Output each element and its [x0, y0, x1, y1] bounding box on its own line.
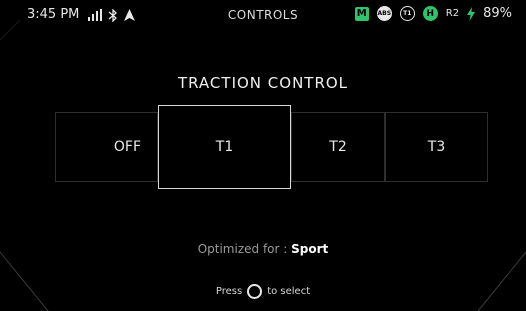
optimized-value: Sport — [291, 242, 329, 256]
option-off[interactable]: OFF — [55, 112, 158, 182]
select-button-icon — [247, 284, 263, 299]
option-t1-selected[interactable]: T1 — [158, 105, 291, 189]
controls-screen: 3:45 PM CONTROLS M ABS T1 H R2 89% TRACT… — [0, 0, 526, 311]
abs-icon: ABS — [376, 6, 392, 21]
option-label: T2 — [329, 139, 347, 155]
charging-bolt-icon — [467, 6, 476, 21]
page-title: TRACTION CONTROL — [177, 74, 349, 92]
press-hint: Press to select — [0, 284, 526, 299]
option-label: T1 — [215, 139, 234, 155]
status-indicators: M ABS T1 H R2 89% — [354, 6, 512, 21]
hill-hold-icon: H — [422, 6, 438, 21]
traction-selector: OFF T2 T3 T1 — [55, 105, 488, 189]
ride-mode-label: R2 — [445, 8, 460, 19]
option-label: OFF — [113, 139, 141, 155]
optimized-for-text: Optimized for : Sport — [0, 242, 526, 256]
traction-icon: T1 — [399, 6, 415, 21]
press-prefix: Press — [215, 286, 243, 297]
option-t3[interactable]: T3 — [385, 112, 488, 182]
mode-badge: M — [354, 6, 369, 21]
battery-percent: 89% — [483, 6, 512, 21]
option-t2[interactable]: T2 — [291, 112, 385, 182]
press-suffix: to select — [267, 286, 311, 297]
option-label: T3 — [427, 139, 446, 155]
optimized-label: Optimized for : — [197, 242, 288, 256]
status-bar: 3:45 PM CONTROLS M ABS T1 H R2 89% — [0, 0, 526, 34]
